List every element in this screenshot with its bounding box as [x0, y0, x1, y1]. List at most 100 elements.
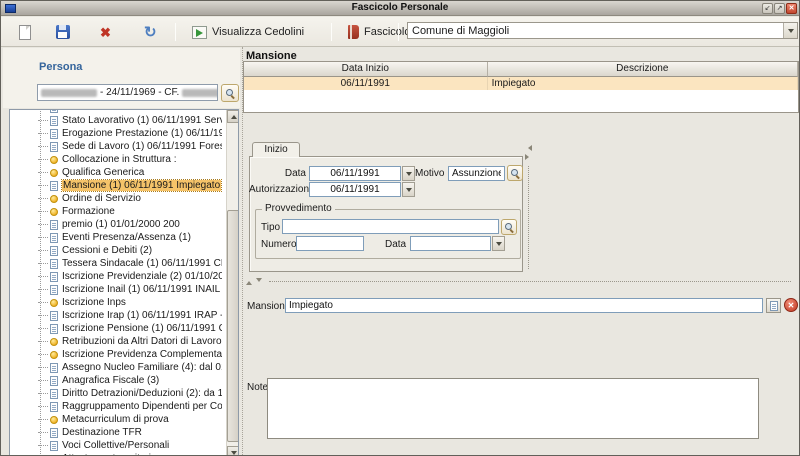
refresh-button[interactable]: ↻	[139, 21, 162, 43]
document-icon	[50, 363, 58, 373]
tree-item-label: Destinazione TFR	[62, 427, 142, 438]
visualizza-cedolini-button[interactable]: Visualizza Cedolini	[187, 21, 309, 43]
dock-left-button[interactable]: ↙	[762, 3, 773, 14]
tree-item-label: Assegno Nucleo Familiare (4): dal 01/07/…	[62, 362, 222, 373]
numero-label: Numero	[261, 239, 297, 250]
tipo-field[interactable]	[282, 219, 499, 234]
ente-combobox[interactable]: Comune di Maggioli	[407, 22, 798, 39]
grid-cell[interactable]: 06/11/1991	[244, 77, 488, 90]
tree-item[interactable]: Metacurriculum di prova	[10, 413, 222, 426]
tree-scrollbar[interactable]	[226, 110, 239, 456]
tree-item[interactable]: Iscrizione Previdenza Complementare	[10, 348, 222, 361]
tree-item[interactable]: Ordine di Servizio	[10, 192, 222, 205]
data-calendar-dropdown[interactable]	[402, 166, 415, 181]
persona-label: Persona	[39, 61, 82, 73]
tree-item[interactable]: Iscrizione Inps	[10, 296, 222, 309]
chevron-down-icon[interactable]	[783, 23, 797, 38]
mansione-browse-button[interactable]	[766, 298, 781, 313]
redacted-cf	[182, 89, 218, 97]
window-title: Fascicolo Personale	[1, 2, 799, 13]
provvedimento-data-dropdown[interactable]	[492, 236, 505, 251]
tree-item-label: Retribuzioni da Altri Datori di Lavoro	[62, 336, 222, 347]
save-icon	[56, 25, 70, 39]
document-icon	[50, 181, 58, 191]
scroll-up-button[interactable]	[227, 110, 239, 123]
close-button[interactable]: ✕	[786, 3, 797, 14]
tree-item[interactable]: Formazione	[10, 205, 222, 218]
autorizzazione-calendar-dropdown[interactable]	[402, 182, 415, 197]
tree-item-label: Sede di Lavoro (1) 06/11/1991 Fores	[62, 141, 222, 152]
scroll-down-button[interactable]	[227, 446, 239, 456]
tree-item[interactable]: Eventi Presenza/Assenza (1)	[10, 231, 222, 244]
grid-selected-row[interactable]: 06/11/1991Impiegato	[244, 77, 798, 90]
scrollbar-thumb[interactable]	[227, 210, 239, 442]
tree-item-label: Iscrizione Pensione (1) 06/11/1991 CPDEL…	[62, 323, 222, 334]
tree-item[interactable]: Tessera Sindacale (1) 06/11/1991 CISL	[10, 257, 222, 270]
tree-item[interactable]: Diritto Detrazioni/Deduzioni (2): da 1/2…	[10, 387, 222, 400]
tree-item[interactable]: Sede di Lavoro (1) 06/11/1991 Fores	[10, 140, 222, 153]
tree-item[interactable]: Iscrizione Inail (1) 06/11/1991 INAIL - …	[10, 283, 222, 296]
search-icon	[511, 169, 520, 178]
tree-item[interactable]: Voci Collettive/Personali	[10, 439, 222, 452]
tree-item[interactable]: Qualifica Generica	[10, 166, 222, 179]
tree-item[interactable]: Mansione (1) 06/11/1991 Impiegato	[10, 179, 222, 192]
persona-search-button[interactable]	[221, 84, 239, 102]
tree-item[interactable]: Raggruppamento Dipendenti per Contabiliz…	[10, 400, 222, 413]
category-dot-icon	[50, 416, 58, 424]
tree-item[interactable]: Destinazione TFR	[10, 426, 222, 439]
document-icon	[50, 259, 58, 269]
tree-item[interactable]: Iscrizione Irap (1) 06/11/1991 IRAP - Im…	[10, 309, 222, 322]
tree-item[interactable]: Iscrizione Pensione (1) 06/11/1991 CPDEL…	[10, 322, 222, 335]
data-inizio-field[interactable]	[309, 166, 401, 181]
tree-item[interactable]: Assegno Nucleo Familiare (4): dal 01/07/…	[10, 361, 222, 374]
tree-item-label: Anagrafica Fiscale (3)	[62, 375, 159, 386]
grid-cell[interactable]: Impiegato	[488, 77, 798, 90]
motivo-field[interactable]	[448, 166, 505, 181]
note-textarea[interactable]	[267, 378, 759, 439]
tree-item[interactable]: Stato Lavorativo (1) 06/11/1991 Servizio…	[10, 114, 222, 127]
new-button[interactable]	[14, 21, 36, 43]
mansione-field[interactable]	[285, 298, 763, 313]
grid-column-header[interactable]: Data Inizio	[244, 62, 488, 77]
toolbar: ✖ ↻ Visualizza Cedolini Fascicolo Docume…	[1, 17, 799, 47]
persona-input[interactable]: - 24/11/1969 - CF.	[37, 84, 218, 101]
detail-horizontal-splitter-arrows[interactable]	[246, 278, 262, 285]
tree-item[interactable]: Attestamento unitario	[10, 452, 222, 456]
tree-item-label: Eventi Presenza/Assenza (1)	[62, 232, 191, 243]
detail-horizontal-splitter[interactable]	[269, 281, 791, 282]
provvedimento-groupbox	[255, 209, 521, 259]
numero-field[interactable]	[296, 236, 364, 251]
tree-item-label: Iscrizione Irap (1) 06/11/1991 IRAP - Im…	[62, 310, 222, 321]
tree-item[interactable]: Erogazione Prestazione (1) 06/11/1991 Fu…	[10, 127, 222, 140]
grid-column-header[interactable]: Descrizione	[488, 62, 798, 77]
tree-item-label: Mansione (1) 06/11/1991 Impiegato	[62, 180, 221, 191]
category-dot-icon	[50, 299, 58, 307]
tree-item[interactable]: Cessioni e Debiti (2)	[10, 244, 222, 257]
panel-collapse-arrows[interactable]	[525, 145, 532, 160]
collapse-down-icon	[256, 278, 262, 285]
grid-header: Data InizioDescrizione	[244, 62, 798, 77]
tab-inizio[interactable]: Inizio	[252, 142, 300, 157]
autorizzazione-field[interactable]	[309, 182, 401, 197]
motivo-search-button[interactable]	[507, 165, 523, 181]
mansione-clear-button[interactable]: ✕	[784, 298, 798, 312]
collapse-up-icon	[246, 278, 252, 285]
document-icon	[50, 246, 58, 256]
tree-item[interactable]: Iscrizione Previdenziale (2) 01/10/2015 …	[10, 270, 222, 283]
tree-item-label: premio (1) 01/01/2000 200	[62, 219, 180, 230]
tree-item[interactable]: Anagrafica Fiscale (3)	[10, 374, 222, 387]
tree-item-label: Collocazione in Struttura :	[62, 154, 177, 165]
tipo-search-button[interactable]	[501, 219, 517, 235]
detail-vertical-splitter[interactable]	[528, 166, 529, 269]
tree-item[interactable]: premio (1) 01/01/2000 200	[10, 218, 222, 231]
tree-item-label: Iscrizione Inail (1) 06/11/1991 INAIL - …	[62, 284, 222, 295]
tree-item[interactable]: Collocazione in Struttura :	[10, 153, 222, 166]
delete-button[interactable]: ✖	[95, 21, 116, 43]
save-button[interactable]	[51, 21, 75, 43]
dock-right-button[interactable]: ↗	[774, 3, 785, 14]
provvedimento-data-field[interactable]	[410, 236, 491, 251]
category-dot-icon	[50, 195, 58, 203]
toolbar-separator	[398, 23, 399, 41]
mansione-grid: Data InizioDescrizione 06/11/1991Impiega…	[243, 61, 799, 113]
tree-item[interactable]: Retribuzioni da Altri Datori di Lavoro	[10, 335, 222, 348]
